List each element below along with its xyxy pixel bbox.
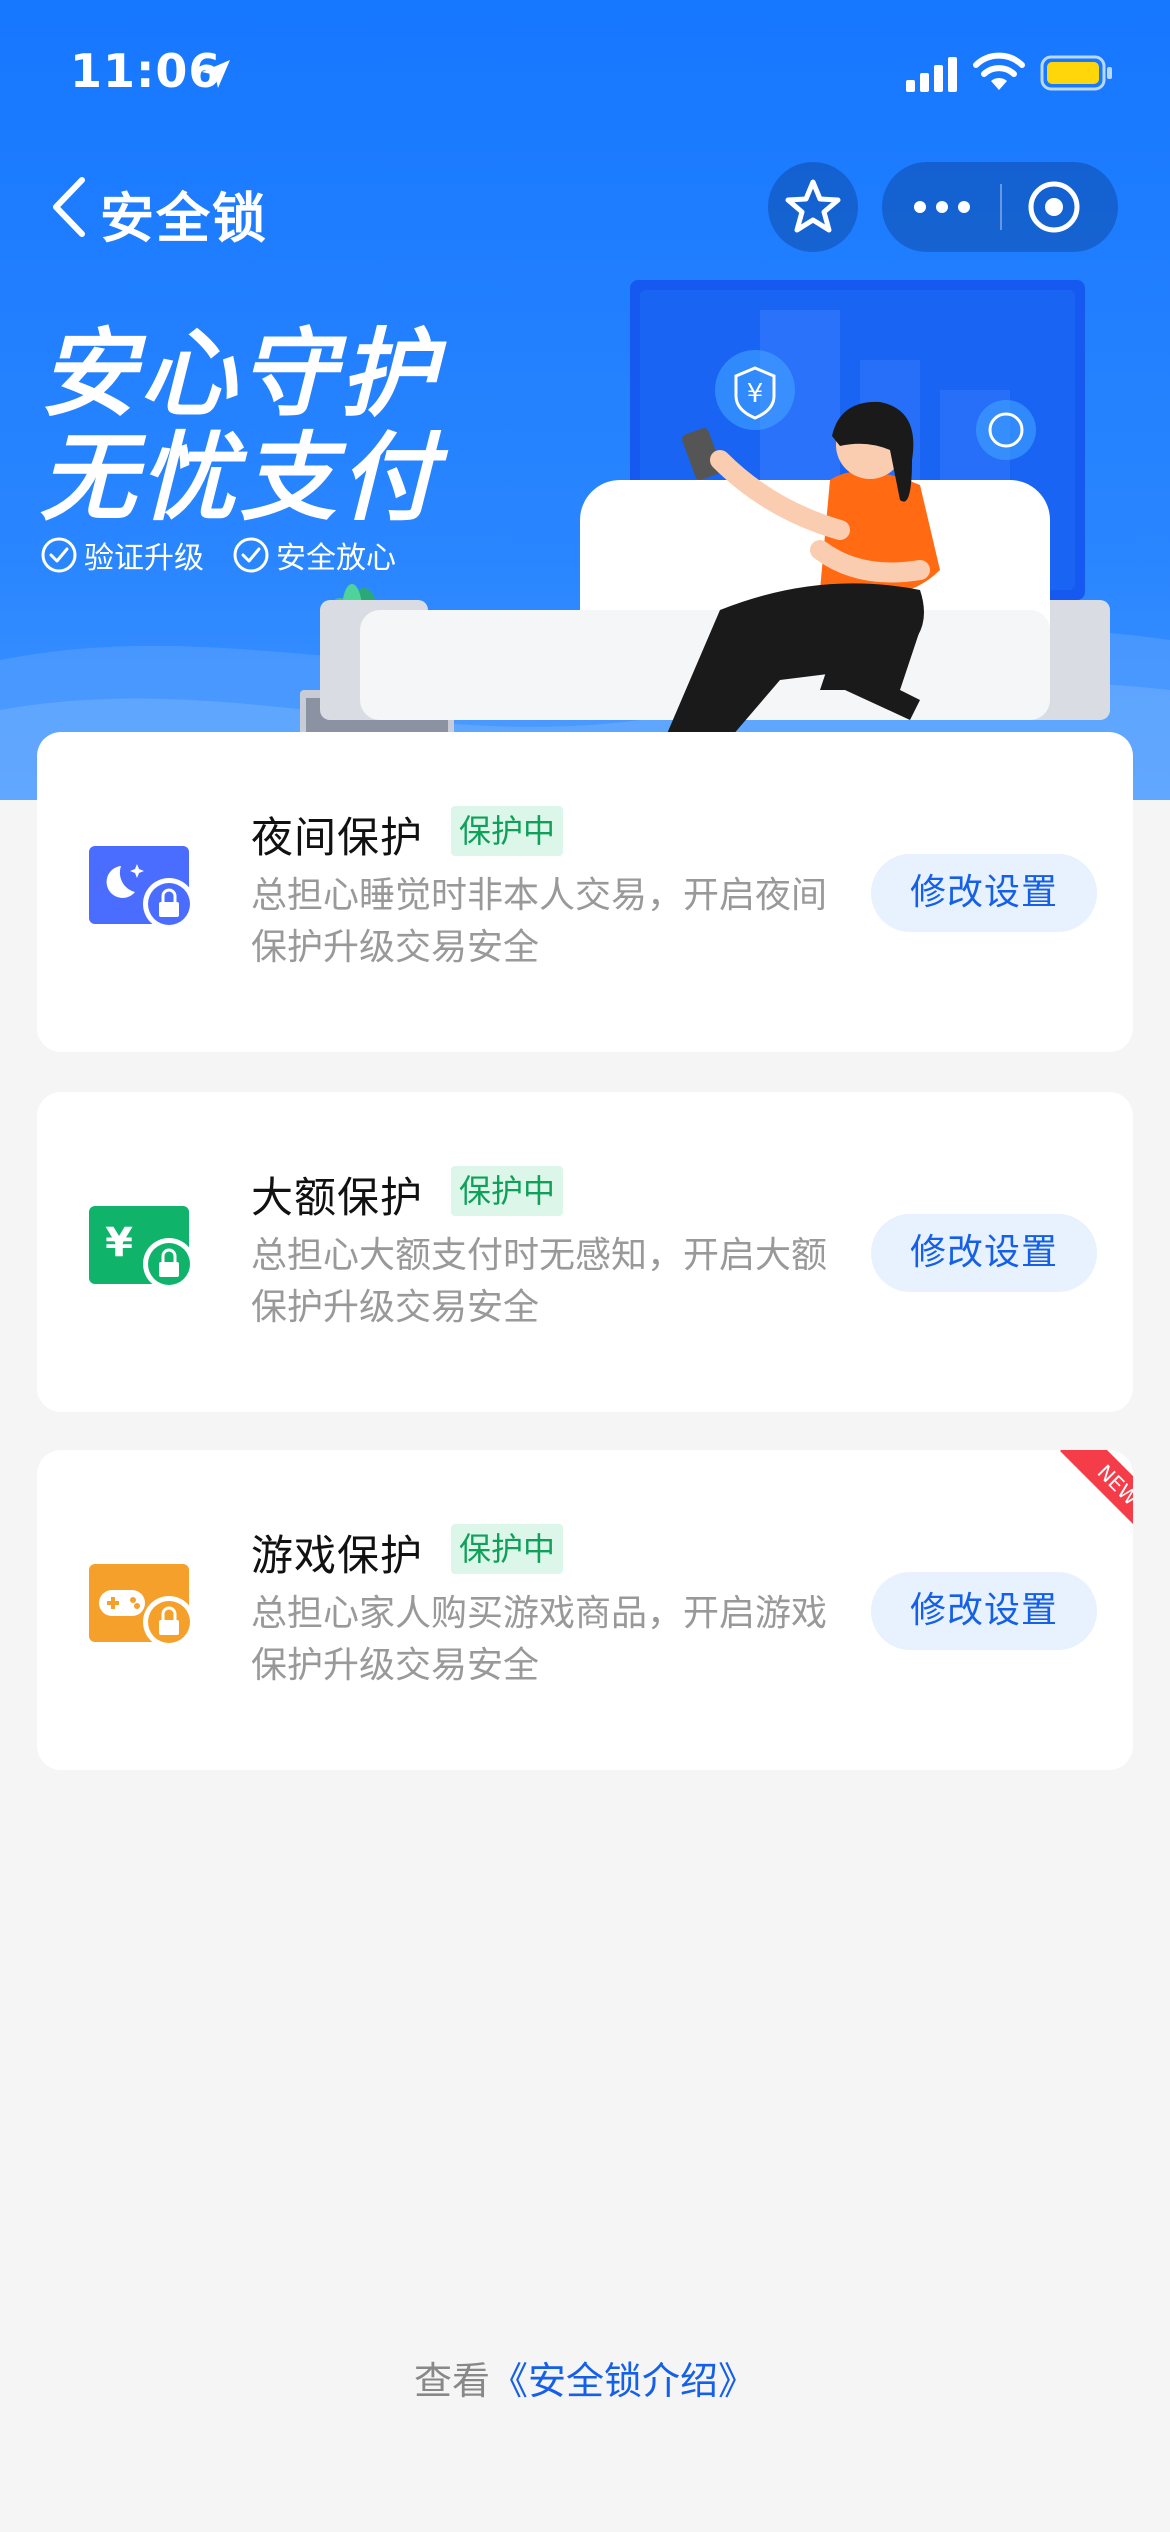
check-circle-icon (41, 537, 77, 573)
new-ribbon: NEW (1043, 1450, 1133, 1540)
hero-banner: 11:06 安全锁 安心守护 无忧支付 验证升级 安全放心 ¥ (0, 0, 1170, 800)
footer-prefix: 查看 (413, 2359, 490, 2403)
security-lock-intro-link[interactable]: 《安全锁介绍》 (490, 2359, 756, 2403)
modify-settings-button[interactable]: 修改设置 (871, 854, 1097, 932)
card-description: 总担心大额支付时无感知，开启大额保护升级交易安全 (251, 1235, 828, 1328)
status-badge: 保护中 (451, 1166, 564, 1216)
location-arrow-icon (202, 60, 230, 88)
check-circle-icon (233, 537, 269, 573)
more-button[interactable] (882, 162, 1000, 252)
night-protection-card: 夜间保护 保护中 总担心睡觉时非本人交易，开启夜间保护升级交易安全 修改设置 (37, 732, 1133, 1052)
page-title: 安全锁 (100, 187, 268, 250)
large-amount-protection-card: ¥ 大额保护 保护中 总担心大额支付时无感知，开启大额保护升级交易安全 修改设置 (37, 1092, 1133, 1412)
status-badge: 保护中 (451, 806, 564, 856)
game-protection-card: 游戏保护 保护中 总担心家人购买游戏商品，开启游戏保护升级交易安全 修改设置 N… (37, 1450, 1133, 1770)
status-badge: 保护中 (451, 1524, 564, 1574)
yuan-lock-icon: ¥ (89, 1206, 195, 1290)
more-dots-icon (914, 201, 970, 213)
cellular-signal-icon (906, 57, 957, 92)
battery-icon (1040, 55, 1112, 91)
close-target-icon (1028, 181, 1080, 233)
mini-program-capsule (882, 162, 1118, 252)
card-title: 游戏保护 (251, 1531, 424, 1580)
card-description: 总担心家人购买游戏商品，开启游戏保护升级交易安全 (251, 1593, 828, 1686)
back-chevron-icon[interactable] (46, 172, 92, 242)
close-button[interactable] (1002, 162, 1118, 252)
status-bar: 11:06 (0, 0, 1170, 150)
svg-text:¥: ¥ (747, 379, 764, 409)
svg-text:¥: ¥ (105, 1220, 133, 1266)
night-lock-icon (89, 846, 195, 930)
card-title: 大额保护 (251, 1173, 424, 1222)
footer: 查看《安全锁介绍》 (0, 2350, 1170, 2405)
star-icon (785, 179, 841, 233)
wifi-icon (973, 52, 1025, 90)
modify-settings-button[interactable]: 修改设置 (871, 1572, 1097, 1650)
hero-tag-label: 验证升级 (84, 541, 204, 576)
hero-illustration: ¥ (300, 280, 1110, 750)
gamepad-lock-icon (89, 1564, 195, 1648)
favorite-button[interactable] (768, 162, 858, 252)
hero-tag-verify: 验证升级 (40, 534, 204, 576)
card-title: 夜间保护 (251, 813, 424, 862)
modify-settings-button[interactable]: 修改设置 (871, 1214, 1097, 1292)
screen: 11:06 安全锁 安心守护 无忧支付 验证升级 安全放心 ¥ 夜间保护 保护中… (0, 0, 1170, 2532)
new-ribbon-label: NEW (1060, 1450, 1133, 1540)
card-description: 总担心睡觉时非本人交易，开启夜间保护升级交易安全 (251, 875, 828, 968)
